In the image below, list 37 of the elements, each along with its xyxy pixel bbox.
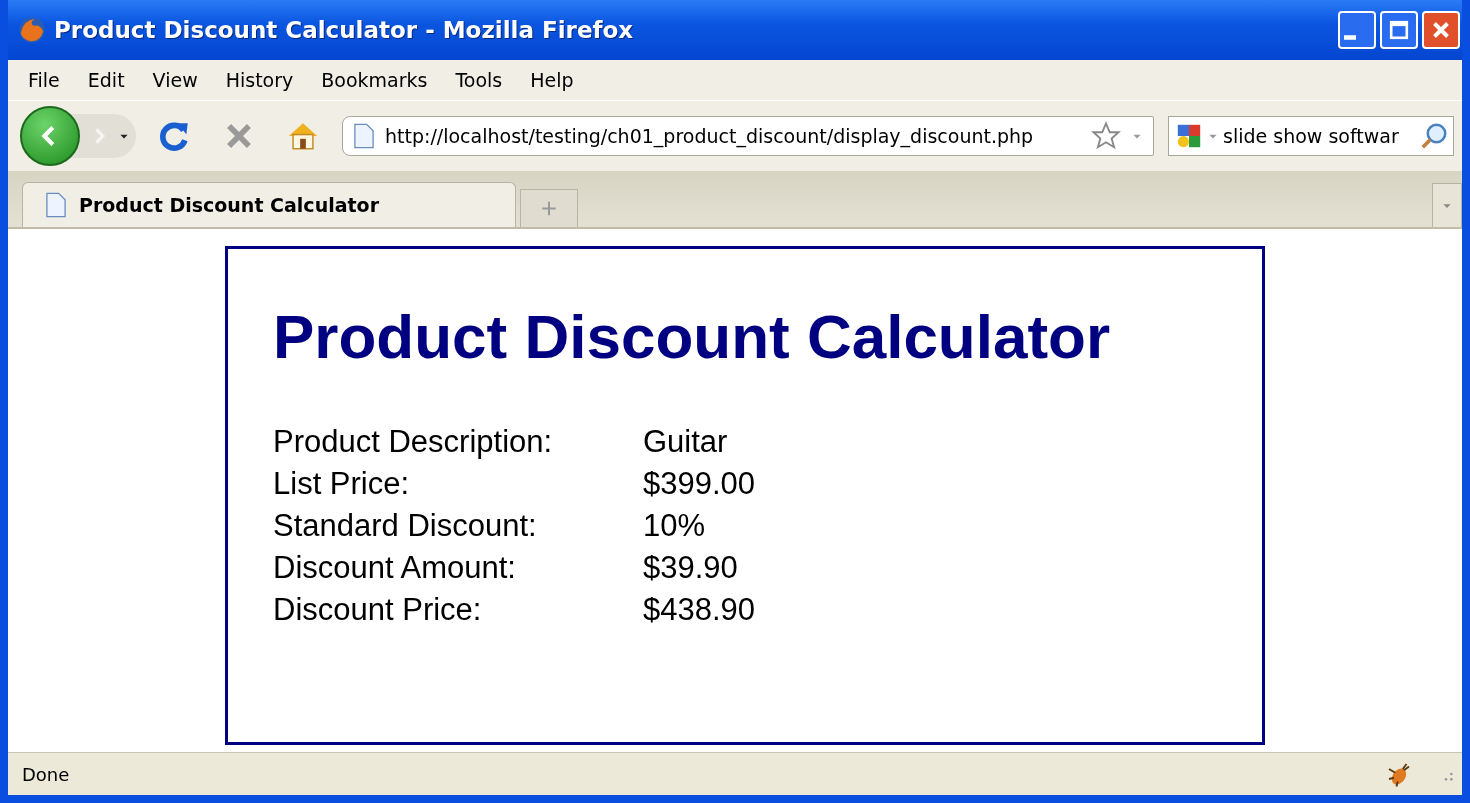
page-icon	[45, 192, 67, 218]
field-label: Standard Discount:	[273, 507, 538, 545]
menu-item[interactable]: Edit	[73, 69, 139, 91]
status-text: Done	[22, 763, 70, 785]
field-value: $399.00	[643, 465, 756, 503]
globe-icon	[18, 16, 46, 44]
menu-item[interactable]: View	[138, 69, 212, 91]
field-label: Product Description:	[273, 423, 554, 461]
menu-item[interactable]: Help	[516, 69, 588, 91]
back-button[interactable]	[20, 106, 80, 166]
menu-item[interactable]: File	[14, 69, 74, 91]
menu-item[interactable]: History	[211, 69, 308, 91]
browser-tab[interactable]: Product Discount Calculator	[22, 182, 516, 227]
page-heading: Product Discount Calculator	[273, 301, 1112, 373]
menu-item[interactable]: Tools	[441, 69, 517, 91]
field-value: $438.90	[643, 591, 756, 629]
url-text: http://localhost/testing/ch01_product_discount/display_discount.php	[385, 125, 1035, 147]
search-field[interactable]: slide show softwar	[1168, 116, 1454, 156]
star-icon[interactable]	[1091, 121, 1121, 151]
field-value: Guitar	[643, 423, 729, 461]
search-text: slide show softwar	[1223, 125, 1400, 147]
field-value: $39.90	[643, 549, 739, 587]
search-engine-icon[interactable]	[1175, 122, 1203, 150]
field-label: Discount Price:	[273, 591, 483, 629]
minimize-icon	[1344, 34, 1356, 40]
field-value: 10%	[643, 507, 707, 545]
page-icon	[353, 123, 375, 149]
field-label: List Price:	[273, 465, 411, 503]
plus-icon	[541, 200, 557, 217]
maximize-button[interactable]	[1380, 11, 1418, 49]
search-icon[interactable]	[1419, 121, 1449, 151]
minimize-button[interactable]	[1338, 11, 1376, 49]
window-title: Product Discount Calculator - Mozilla Firefox	[54, 17, 634, 43]
address-bar[interactable]: http://localhost/testing/ch01_product_discount/display_discount.php	[342, 116, 1154, 156]
close-button[interactable]	[1422, 11, 1460, 49]
menu-item[interactable]: Bookmarks	[307, 69, 442, 91]
field-label: Discount Amount:	[273, 549, 517, 587]
